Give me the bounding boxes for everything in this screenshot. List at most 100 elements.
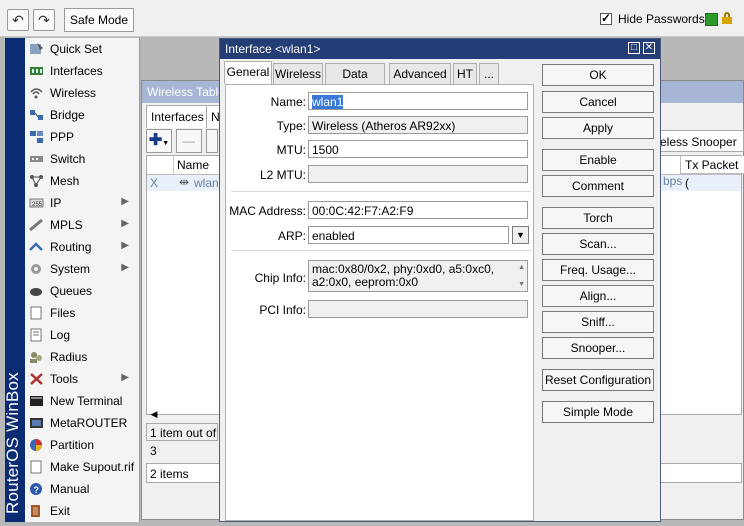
scroll-left-icon[interactable]: ◀ <box>146 407 162 421</box>
safe-mode-button[interactable]: Safe Mode <box>64 8 134 32</box>
tab-general[interactable]: General <box>224 61 272 84</box>
menu-item-queues[interactable]: Queues <box>25 280 139 302</box>
column-header-name[interactable]: Name <box>177 158 209 172</box>
name-input[interactable]: wlan1 <box>308 92 528 110</box>
mac-address-input[interactable]: 00:0C:42:F7:A2:F9 <box>308 201 528 219</box>
menu-item-exit[interactable]: Exit <box>25 500 139 522</box>
tab-interfaces[interactable]: Interfaces <box>146 105 209 128</box>
tab-wireless-snooper[interactable]: eless Snooper <box>655 130 744 152</box>
system-icon <box>31 264 41 274</box>
simple-mode-button[interactable]: Simple Mode <box>542 401 654 423</box>
menu-item-switch[interactable]: Switch <box>25 148 139 170</box>
sniff-button[interactable]: Sniff... <box>542 311 654 333</box>
add-button[interactable]: ✚▼ <box>146 129 172 153</box>
radius-icon <box>30 352 42 363</box>
divider <box>231 250 531 251</box>
interfaces-icon <box>30 67 43 75</box>
menu-item-mesh[interactable]: Mesh <box>25 170 139 192</box>
tools-icon <box>30 373 43 385</box>
pci-info-label: PCI Info: <box>259 303 306 317</box>
supout-icon <box>30 460 42 474</box>
undo-icon: ↶ <box>12 12 24 28</box>
menu-item-ip[interactable]: 255 IP ▶ <box>25 192 139 214</box>
tab-ht[interactable]: HT <box>453 63 477 84</box>
mtu-label: MTU: <box>276 143 306 157</box>
lock-icon <box>722 12 732 24</box>
arp-select[interactable]: enabled <box>308 226 509 244</box>
row-flag: X <box>150 176 159 190</box>
wireless-interface-icon: ⇹ <box>179 175 190 189</box>
align-button[interactable]: Align... <box>542 285 654 307</box>
l2mtu-label: L2 MTU: <box>259 168 306 182</box>
menu-item-system[interactable]: System ▶ <box>25 258 139 280</box>
scroll-up-icon[interactable]: ▲ <box>518 261 525 274</box>
menu-item-radius[interactable]: Radius <box>25 346 139 368</box>
menu-item-ppp[interactable]: PPP <box>25 126 139 148</box>
menu-item-tools[interactable]: Tools ▶ <box>25 368 139 390</box>
metarouter-icon <box>30 418 43 428</box>
chevron-down-icon: ▼ <box>162 140 170 147</box>
tab-advanced[interactable]: Advanced <box>389 63 451 84</box>
svg-text:255: 255 <box>32 202 43 208</box>
submenu-arrow-icon: ▶ <box>121 196 129 207</box>
manual-icon: ? <box>30 483 42 495</box>
brand-text: RouterOS WinBox <box>3 372 22 514</box>
minus-icon: — <box>183 134 195 148</box>
cancel-button[interactable]: Cancel <box>542 91 654 113</box>
freq-usage-button[interactable]: Freq. Usage... <box>542 259 654 281</box>
maximize-icon[interactable]: □ <box>628 42 640 54</box>
column-header-tx-packet[interactable]: Tx Packet ( <box>680 156 744 190</box>
chip-info-field: mac:0x80/0x2, phy:0xd0, a5:0xc0, a2:0x0,… <box>308 260 528 292</box>
apply-button[interactable]: Apply <box>542 117 654 139</box>
reset-configuration-button[interactable]: Reset Configuration <box>542 369 654 391</box>
torch-button[interactable]: Torch <box>542 207 654 229</box>
bridge-icon <box>30 110 43 120</box>
enable-button[interactable] <box>206 129 218 153</box>
scan-button[interactable]: Scan... <box>542 233 654 255</box>
menu-item-files[interactable]: Files <box>25 302 139 324</box>
menu-item-interfaces[interactable]: Interfaces <box>25 60 139 82</box>
arp-label: ARP: <box>277 229 306 243</box>
type-label: Type: <box>276 119 306 133</box>
routing-icon <box>29 242 43 251</box>
menu-item-routing[interactable]: Routing ▶ <box>25 236 139 258</box>
name-label: Name: <box>270 95 306 109</box>
tab-wireless[interactable]: Wireless <box>273 63 323 84</box>
scroll-down-icon[interactable]: ▼ <box>518 278 525 291</box>
close-icon[interactable]: ✕ <box>643 42 655 54</box>
menu-item-bridge[interactable]: Bridge <box>25 104 139 126</box>
menu-item-partition[interactable]: Partition <box>25 434 139 456</box>
tab-more[interactable]: ... <box>479 63 499 84</box>
remove-button[interactable]: — <box>176 129 202 153</box>
menu-item-quick-set[interactable]: Quick Set <box>25 38 139 60</box>
redo-button[interactable]: ↷ <box>33 9 55 31</box>
ppp-icon <box>30 131 43 143</box>
pci-info-field <box>308 300 528 318</box>
hide-passwords-checkbox[interactable]: Hide Passwords <box>600 11 705 26</box>
undo-button[interactable]: ↶ <box>7 9 29 31</box>
status-item-count: 1 item out of 3 <box>146 423 218 458</box>
partition-icon <box>30 439 42 451</box>
top-toolbar: ↶ ↷ Safe Mode Hide Passwords <box>0 0 744 37</box>
snooper-button[interactable]: Snooper... <box>542 337 654 359</box>
l2mtu-field <box>308 165 528 183</box>
menu-item-mpls[interactable]: MPLS ▶ <box>25 214 139 236</box>
files-icon <box>30 306 42 320</box>
switch-icon <box>30 156 43 162</box>
menu-item-new-terminal[interactable]: New Terminal <box>25 390 139 412</box>
ip-icon: 255 <box>29 198 44 208</box>
mtu-input[interactable]: 1500 <box>308 140 528 158</box>
comment-button[interactable]: Comment <box>542 175 654 197</box>
general-panel: Name: wlan1 Type: Wireless (Atheros AR92… <box>225 84 534 521</box>
enable-button[interactable]: Enable <box>542 149 654 171</box>
menu-item-make-supout[interactable]: Make Supout.rif <box>25 456 139 478</box>
terminal-icon <box>30 396 43 406</box>
menu-item-wireless[interactable]: Wireless <box>25 82 139 104</box>
arp-dropdown-icon[interactable]: ▼ <box>512 226 529 244</box>
menu-item-log[interactable]: Log <box>25 324 139 346</box>
tab-data-rates[interactable]: Data Rates <box>325 63 385 102</box>
menu-item-metarouter[interactable]: MetaROUTER <box>25 412 139 434</box>
menu-item-manual[interactable]: ? Manual <box>25 478 139 500</box>
column-divider <box>173 156 174 174</box>
ok-button[interactable]: OK <box>542 64 654 86</box>
